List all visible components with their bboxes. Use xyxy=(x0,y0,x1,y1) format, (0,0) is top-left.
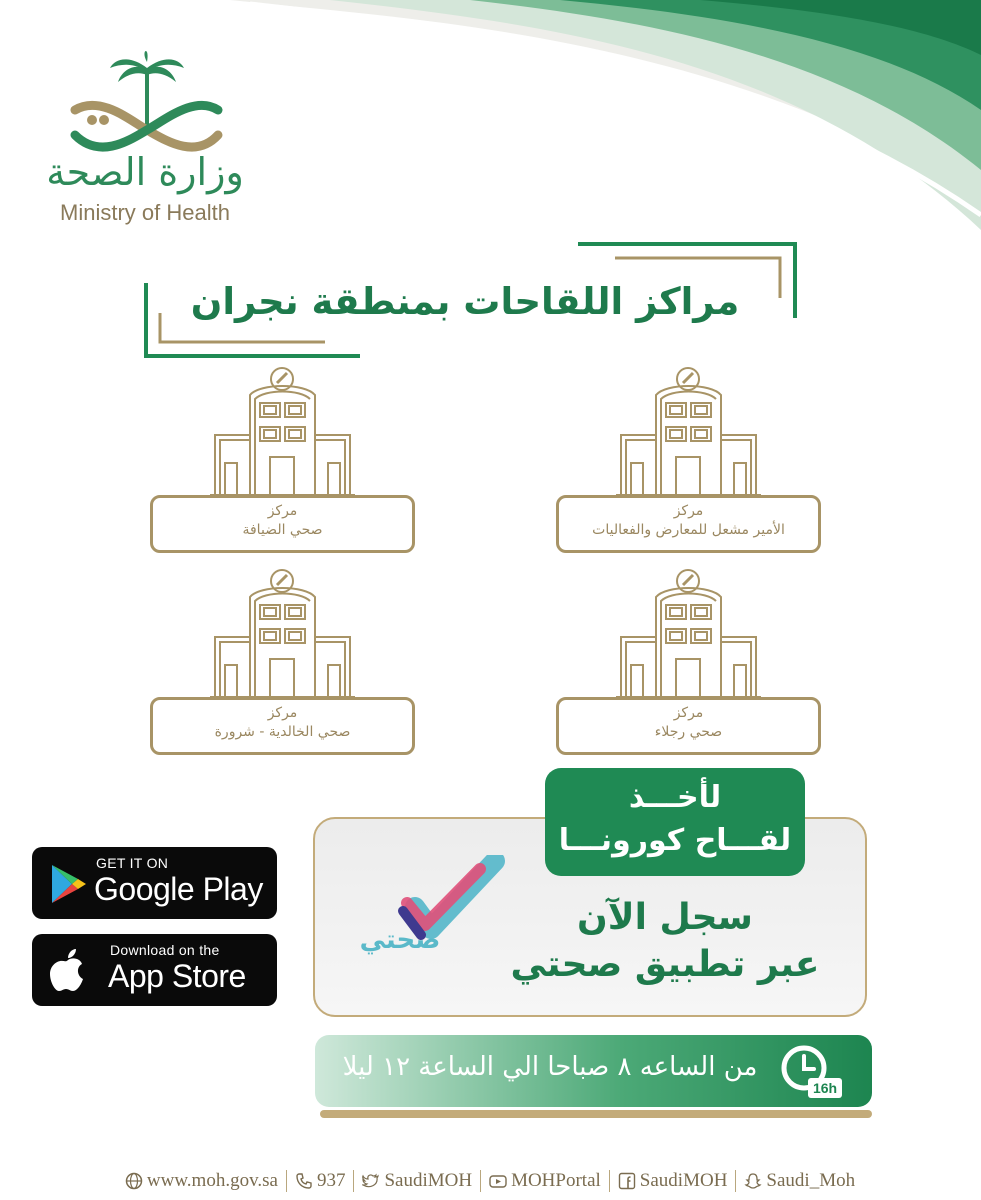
footer-youtube[interactable]: MOHPortal xyxy=(481,1170,609,1192)
google-play-badge[interactable]: GET IT ON Google Play xyxy=(32,847,277,919)
health-center-building-icon xyxy=(210,367,355,496)
center-label-line1: مركز xyxy=(673,705,704,721)
footer-facebook-text: SaudiMOH xyxy=(639,1170,728,1191)
facebook-icon xyxy=(618,1172,635,1190)
footer-contacts: www.moh.gov.sa 937 SaudiMOH MOHPortal Sa… xyxy=(90,1166,890,1196)
app-store-badge[interactable]: Download on the App Store xyxy=(32,934,277,1006)
register-now-line2: عبر تطبيق صحتي xyxy=(510,944,820,985)
health-center-building-icon xyxy=(616,367,761,496)
center-label-line1: مركز xyxy=(267,705,298,721)
center-card-prince-mishal: مركز الأمير مشعل للمعارض والفعاليات xyxy=(556,365,821,555)
center-label-line2: صحي رجلاء xyxy=(654,724,723,740)
google-play-big-text: Google Play xyxy=(94,871,263,907)
center-label-line1: مركز xyxy=(673,503,704,519)
footer-youtube-text: MOHPortal xyxy=(511,1170,601,1191)
center-label-card: مركز صحي الضيافة xyxy=(150,495,415,553)
footer-facebook[interactable]: SaudiMOH xyxy=(610,1170,736,1192)
center-label-line2: صحي الضيافة xyxy=(242,522,323,538)
footer-phone[interactable]: 937 xyxy=(287,1170,354,1192)
footer-website-text: www.moh.gov.sa xyxy=(146,1170,278,1191)
register-now-text: سجل الآن عبر تطبيق صحتي xyxy=(480,895,850,989)
health-center-building-icon xyxy=(210,569,355,698)
footer-phone-text: 937 xyxy=(316,1170,346,1191)
center-label-line1: مركز xyxy=(267,503,298,519)
center-label-line2: صحي الخالدية - شرورة xyxy=(214,724,351,740)
take-vaccine-line2: لقـــاح كورونـــا xyxy=(558,823,792,858)
app-store-small-text: Download on the xyxy=(110,942,220,958)
globe-icon xyxy=(125,1172,143,1190)
center-label-card: مركز صحي الخالدية - شرورة xyxy=(150,697,415,755)
google-play-small-text: GET IT ON xyxy=(96,855,169,871)
health-center-building-icon xyxy=(616,569,761,698)
footer-snapchat[interactable]: Saudi_Moh xyxy=(736,1170,863,1192)
take-vaccine-pill: لأخـــذ لقـــاح كورونـــا xyxy=(545,768,805,876)
phone-icon xyxy=(296,1173,312,1189)
footer-website[interactable]: www.moh.gov.sa xyxy=(117,1170,286,1192)
google-play-icon xyxy=(52,865,86,903)
footer-twitter[interactable]: SaudiMOH xyxy=(354,1170,480,1192)
app-store-big-text: App Store xyxy=(108,958,246,994)
snapchat-icon xyxy=(744,1173,762,1189)
footer-twitter-text: SaudiMOH xyxy=(384,1170,473,1191)
center-label-card: مركز الأمير مشعل للمعارض والفعاليات xyxy=(556,495,821,553)
moh-logo-english: Ministry of Health xyxy=(60,200,230,225)
apple-icon xyxy=(50,949,83,991)
moh-logo-arabic: وزارة الصحة xyxy=(46,150,244,194)
page-title: مراكز اللقاحات بمنطقة نجران xyxy=(190,280,740,323)
working-hours-text: من الساعه ٨ صباحا الي الساعة ١٢ ليلا xyxy=(342,1052,758,1082)
take-vaccine-line1: لأخـــذ xyxy=(628,780,722,815)
center-label-card: مركز صحي رجلاء xyxy=(556,697,821,755)
center-card-khalidiya: مركز صحي الخالدية - شرورة xyxy=(150,567,415,757)
center-card-dhiyafa: مركز صحي الضيافة xyxy=(150,365,415,555)
twitter-icon xyxy=(362,1173,380,1188)
clock-badge-text: 16h xyxy=(813,1080,837,1096)
hours-bar-shadow xyxy=(320,1110,872,1118)
register-now-line1: سجل الآن xyxy=(577,897,753,938)
sehhaty-app-name: صحتي xyxy=(359,925,441,955)
footer-snapchat-text: Saudi_Moh xyxy=(766,1170,856,1191)
clock-16h-icon: 16h xyxy=(781,1045,842,1098)
youtube-icon xyxy=(489,1175,507,1188)
center-card-rajla: مركز صحي رجلاء xyxy=(556,567,821,757)
center-label-line2: الأمير مشعل للمعارض والفعاليات xyxy=(592,522,785,538)
